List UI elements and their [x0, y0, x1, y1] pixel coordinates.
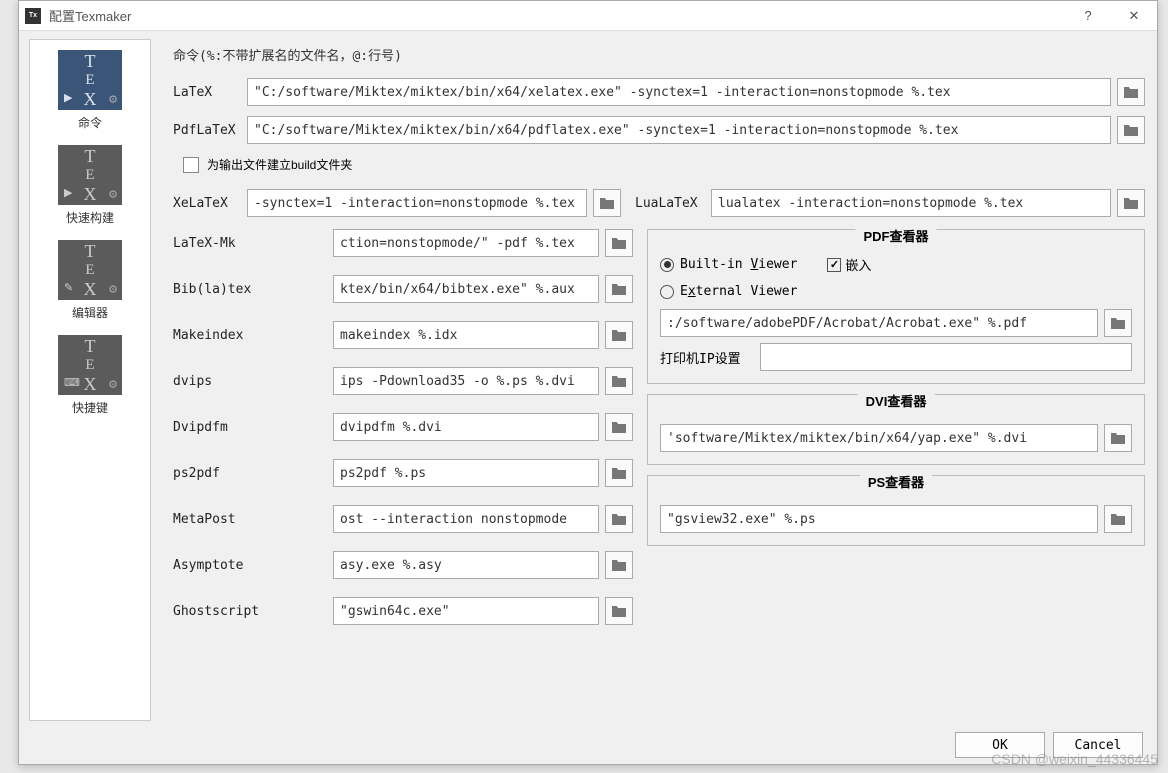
watermark: CSDN @weixin_44336445: [991, 751, 1158, 767]
tex-icon: TEX▶⚙: [58, 50, 122, 110]
xelatex-label: XeLaTeX: [173, 196, 247, 211]
left-column: LaTeX-Mk Bib(la)tex Makeindex dvips Dvip…: [173, 229, 633, 643]
ps-viewer-browse-button[interactable]: [1104, 505, 1132, 533]
pdf-viewer-browse-button[interactable]: [1104, 309, 1132, 337]
gear-icon: ⚙: [108, 188, 118, 201]
cmd-input-0[interactable]: [333, 229, 599, 257]
cmd-input-4[interactable]: [333, 413, 599, 441]
cmd-browse-0[interactable]: [605, 229, 633, 257]
tex-icon: TEX▶⚙: [58, 145, 122, 205]
cmd-label-6: MetaPost: [173, 512, 333, 527]
printer-ip-input[interactable]: [760, 343, 1132, 371]
builtin-viewer-radio[interactable]: [660, 258, 674, 272]
cmd-label-0: LaTeX-Mk: [173, 236, 333, 251]
gear-icon: ⚙: [108, 93, 118, 106]
main-panel: 命令(%:不带扩展名的文件名，@:行号) LaTeX PdfLaTeX 为输出文…: [155, 31, 1157, 725]
dvi-viewer-group: DVI查看器: [647, 394, 1145, 465]
cmd-label-3: dvips: [173, 374, 333, 389]
app-icon: Tx: [25, 8, 41, 24]
xelatex-browse-button[interactable]: [593, 189, 621, 217]
cmd-label-5: ps2pdf: [173, 466, 333, 481]
pencil-icon: ✎: [64, 281, 73, 294]
sidebar-item-commands[interactable]: TEX▶⚙ 命令: [50, 50, 130, 131]
lualatex-input[interactable]: [711, 189, 1111, 217]
fast-icon: ▶: [64, 186, 72, 199]
cmd-browse-3[interactable]: [605, 367, 633, 395]
cmd-browse-6[interactable]: [605, 505, 633, 533]
latex-browse-button[interactable]: [1117, 78, 1145, 106]
lualatex-label: LuaLaTeX: [635, 196, 711, 211]
titlebar: Tx 配置Texmaker ? ✕: [19, 1, 1157, 31]
cmd-input-3[interactable]: [333, 367, 599, 395]
lualatex-browse-button[interactable]: [1117, 189, 1145, 217]
printer-ip-label: 打印机IP设置: [660, 348, 760, 367]
dvi-viewer-title: DVI查看器: [858, 391, 935, 410]
build-folder-checkbox[interactable]: [183, 157, 199, 173]
latex-label: LaTeX: [173, 85, 247, 100]
cmd-input-2[interactable]: [333, 321, 599, 349]
sidebar-label: 快速构建: [50, 209, 130, 226]
sidebar-label: 快捷键: [50, 399, 130, 416]
gear-icon: ⚙: [108, 378, 118, 391]
ps-viewer-group: PS查看器: [647, 475, 1145, 546]
pdf-viewer-title: PDF查看器: [855, 226, 936, 245]
embed-checkbox[interactable]: [827, 258, 841, 272]
cmd-input-1[interactable]: [333, 275, 599, 303]
cmd-label-4: Dvipdfm: [173, 420, 333, 435]
sidebar-item-quickbuild[interactable]: TEX▶⚙ 快速构建: [50, 145, 130, 226]
build-folder-label: 为输出文件建立build文件夹: [207, 156, 352, 173]
cmd-label-7: Asymptote: [173, 558, 333, 573]
cmd-input-7[interactable]: [333, 551, 599, 579]
ps-viewer-title: PS查看器: [860, 472, 932, 491]
cmd-browse-5[interactable]: [605, 459, 633, 487]
cmd-browse-2[interactable]: [605, 321, 633, 349]
dvi-viewer-path-input[interactable]: [660, 424, 1098, 452]
right-column: PDF查看器 Built-in Viewer 嵌入 External Viewe…: [647, 229, 1145, 643]
sidebar-item-editor[interactable]: TEX✎⚙ 编辑器: [50, 240, 130, 321]
pdflatex-input[interactable]: [247, 116, 1111, 144]
sidebar-label: 命令: [50, 114, 130, 131]
window-title: 配置Texmaker: [49, 6, 1065, 25]
cmd-label-1: Bib(la)tex: [173, 282, 333, 297]
cmd-browse-1[interactable]: [605, 275, 633, 303]
external-viewer-label: External Viewer: [680, 284, 797, 299]
cmd-input-5[interactable]: [333, 459, 599, 487]
config-dialog: Tx 配置Texmaker ? ✕ TEX▶⚙ 命令 TEX▶⚙ 快速构建 TE…: [18, 0, 1158, 765]
close-button[interactable]: ✕: [1111, 1, 1157, 31]
sidebar-label: 编辑器: [50, 304, 130, 321]
cmd-browse-4[interactable]: [605, 413, 633, 441]
xelatex-input[interactable]: [247, 189, 587, 217]
pdf-viewer-path-input[interactable]: [660, 309, 1098, 337]
keyboard-icon: ⌨: [64, 376, 80, 389]
pdf-viewer-group: PDF查看器 Built-in Viewer 嵌入 External Viewe…: [647, 229, 1145, 384]
help-button[interactable]: ?: [1065, 1, 1111, 31]
pdflatex-label: PdfLaTeX: [173, 123, 247, 138]
external-viewer-radio[interactable]: [660, 285, 674, 299]
tex-icon: TEX⌨⚙: [58, 335, 122, 395]
sidebar-item-shortcuts[interactable]: TEX⌨⚙ 快捷键: [50, 335, 130, 416]
embed-label: 嵌入: [845, 255, 871, 274]
pdflatex-browse-button[interactable]: [1117, 116, 1145, 144]
cmd-browse-7[interactable]: [605, 551, 633, 579]
dialog-footer: OK Cancel: [19, 725, 1157, 765]
cmd-input-6[interactable]: [333, 505, 599, 533]
hint-text: 命令(%:不带扩展名的文件名，@:行号): [173, 45, 1145, 64]
cmd-input-8[interactable]: [333, 597, 599, 625]
play-icon: ▶: [64, 91, 72, 104]
dvi-viewer-browse-button[interactable]: [1104, 424, 1132, 452]
cmd-label-8: Ghostscript: [173, 604, 333, 619]
sidebar: TEX▶⚙ 命令 TEX▶⚙ 快速构建 TEX✎⚙ 编辑器 TEX⌨⚙ 快捷键: [29, 39, 151, 721]
cmd-browse-8[interactable]: [605, 597, 633, 625]
cmd-label-2: Makeindex: [173, 328, 333, 343]
ps-viewer-path-input[interactable]: [660, 505, 1098, 533]
tex-icon: TEX✎⚙: [58, 240, 122, 300]
gear-icon: ⚙: [108, 283, 118, 296]
builtin-viewer-label: Built-in Viewer: [680, 257, 797, 272]
latex-input[interactable]: [247, 78, 1111, 106]
